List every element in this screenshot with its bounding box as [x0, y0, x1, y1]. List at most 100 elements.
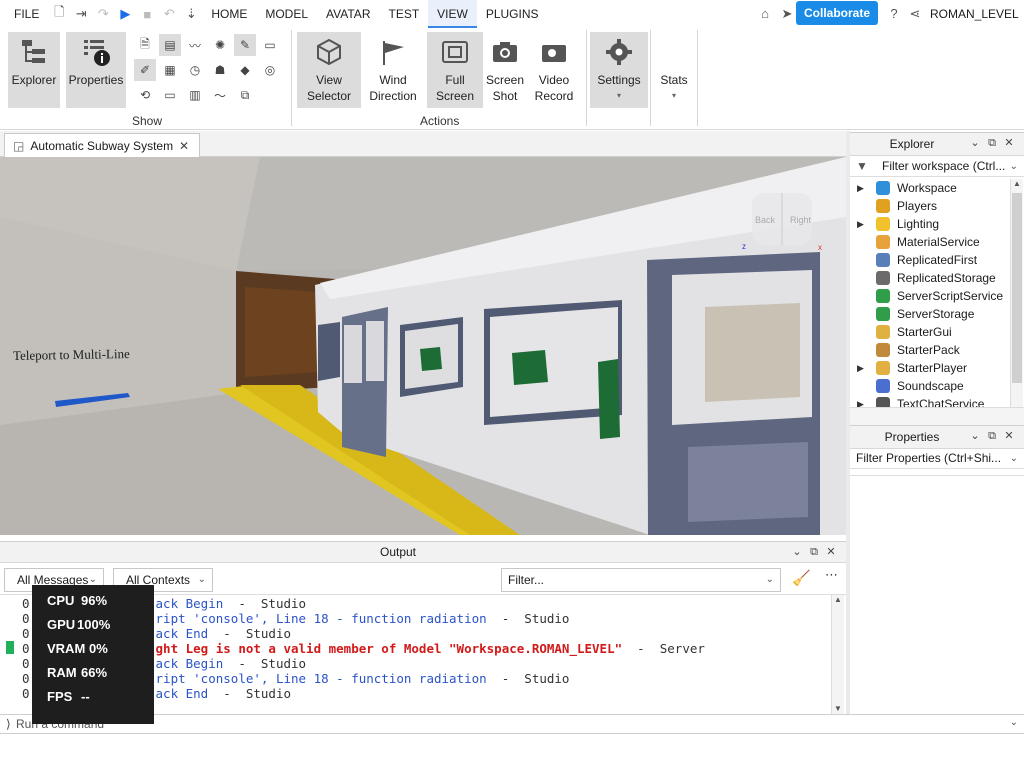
- perf-label: VRAM: [47, 641, 86, 656]
- chevron-down-icon[interactable]: ⌄: [968, 136, 982, 150]
- script-analysis-icon[interactable]: ◷: [184, 59, 206, 81]
- output-title: Output: [379, 545, 417, 559]
- scroll-up-icon[interactable]: ▲: [832, 595, 844, 604]
- scroll-thumb[interactable]: [1012, 193, 1022, 383]
- ribbon-separator: [697, 30, 698, 126]
- output-scrollbar[interactable]: ▲ ▼: [831, 595, 844, 715]
- properties-body: [850, 475, 1024, 714]
- chevron-down-icon[interactable]: ⌄: [790, 545, 804, 559]
- expand-arrow-icon[interactable]: ▶: [857, 359, 864, 377]
- more-options-icon[interactable]: ⋯: [825, 567, 838, 583]
- undock-icon[interactable]: ⧉: [985, 136, 999, 150]
- tag-editor-icon[interactable]: ✎: [234, 34, 256, 56]
- full-screen-button[interactable]: Full Screen: [427, 32, 483, 108]
- menu-test[interactable]: TEST: [379, 0, 428, 28]
- 3d-viewport[interactable]: x z Teleport to Multi-Line Back Right: [0, 157, 846, 535]
- redo-icon[interactable]: ↷: [92, 0, 114, 28]
- command-line-icon[interactable]: ▭: [159, 84, 181, 106]
- team-create-icon[interactable]: ☗: [209, 59, 231, 81]
- stats-chart-icon[interactable]: ▥: [184, 84, 206, 106]
- script-performance-icon[interactable]: 〰: [184, 34, 206, 56]
- terrain-editor-icon[interactable]: ✐: [134, 59, 156, 81]
- asset-manager-icon[interactable]: ✺: [209, 34, 231, 56]
- username-label[interactable]: ROMAN_LEVEL: [930, 0, 1019, 28]
- wind-direction-button[interactable]: Wind Direction: [365, 32, 421, 108]
- viewcube-back-label[interactable]: Back: [755, 215, 775, 225]
- play-icon[interactable]: ▶: [114, 0, 136, 28]
- undock-icon[interactable]: ⧉: [807, 545, 821, 559]
- tree-item-label: StarterPlayer: [897, 361, 968, 375]
- explorer-scrollbar[interactable]: ▲: [1010, 179, 1023, 407]
- undock-icon[interactable]: ⧉: [985, 429, 999, 443]
- find-results-icon[interactable]: ▦: [159, 59, 181, 81]
- output-header: Output ⌄ ⧉ ✕: [0, 541, 846, 563]
- ribbon: Explorer Properties 🗎 ▤ 〰 ✺ ✎ ▭ ✐ ▦ ◷ ☗ …: [0, 28, 1024, 130]
- log-timestamp: 0: [22, 671, 30, 686]
- screenshot-label: Screen: [485, 73, 525, 87]
- tags-icon[interactable]: ◆: [234, 59, 256, 81]
- screenshot-button[interactable]: Screen Shot: [483, 32, 527, 108]
- chevron-down-icon[interactable]: ⌄: [968, 429, 982, 443]
- menu-avatar[interactable]: AVATAR: [317, 0, 379, 28]
- clear-output-icon[interactable]: 🧹: [792, 569, 811, 587]
- view-selector-label-2: Selector: [306, 89, 352, 103]
- expand-arrow-icon[interactable]: ▶: [857, 179, 864, 197]
- tree-item-label: ServerStorage: [897, 307, 975, 321]
- close-icon[interactable]: ✕: [1002, 136, 1016, 150]
- quick-access-menu-icon[interactable]: ⇣: [180, 0, 202, 28]
- output-search-input[interactable]: Filter... ⌄: [501, 568, 781, 592]
- stop-icon[interactable]: ■: [136, 0, 158, 28]
- video-record-button[interactable]: Video Record: [530, 32, 578, 108]
- explorer-filter-input[interactable]: ▼ Filter workspace (Ctrl... ⌄: [850, 157, 1024, 177]
- close-icon[interactable]: ✕: [1002, 429, 1016, 443]
- collaborate-button[interactable]: Collaborate: [796, 1, 878, 25]
- clone-icon[interactable]: ⧉: [234, 84, 256, 106]
- stats-button[interactable]: Stats ▾: [654, 32, 694, 108]
- perf-value: 100%: [77, 617, 111, 632]
- chevron-down-icon: ⌄: [1009, 161, 1018, 172]
- menu-home[interactable]: HOME: [202, 0, 256, 28]
- share-icon[interactable]: ⋖: [906, 5, 924, 23]
- collapse-ribbon-icon[interactable]: ⌂: [756, 5, 774, 23]
- tab-automatic-subway-system[interactable]: ◲ Automatic Subway System ✕: [4, 133, 200, 157]
- log-message: ack Begin: [155, 596, 224, 611]
- menu-model[interactable]: MODEL: [256, 0, 317, 28]
- log-source: - Studio: [486, 611, 570, 626]
- perf-value: 66%: [81, 665, 108, 680]
- viewcube-right-label[interactable]: Right: [790, 215, 811, 225]
- new-file-icon[interactable]: 🗋: [48, 0, 70, 28]
- command-prompt-icon: ⟩: [6, 717, 11, 731]
- command-bar-icon[interactable]: ▭: [259, 34, 281, 56]
- expand-arrow-icon[interactable]: ▶: [857, 395, 864, 407]
- close-icon[interactable]: ✕: [824, 545, 838, 559]
- view-selector-button[interactable]: View Selector: [297, 32, 361, 108]
- scroll-up-icon[interactable]: ▲: [1011, 179, 1023, 188]
- output-window-icon[interactable]: ▤: [159, 34, 181, 56]
- log-message: ack End: [155, 686, 209, 701]
- explorer-button[interactable]: Explorer: [8, 32, 60, 108]
- explorer-hscrollbar[interactable]: [850, 407, 1024, 427]
- ribbon-separator: [650, 30, 651, 126]
- expand-arrow-icon[interactable]: ▶: [857, 215, 864, 233]
- help-icon[interactable]: ?: [885, 5, 903, 23]
- chevron-down-icon[interactable]: ⌄: [1010, 717, 1018, 728]
- performance-icon[interactable]: 〜: [209, 84, 231, 106]
- tree-item-label: MaterialService: [897, 235, 980, 249]
- menu-file[interactable]: FILE: [0, 0, 48, 28]
- properties-button[interactable]: Properties: [66, 32, 126, 108]
- menu-plugins[interactable]: PLUGINS: [477, 0, 548, 28]
- menu-view[interactable]: VIEW: [428, 0, 477, 28]
- undo-icon[interactable]: ↶: [158, 0, 180, 28]
- camera-icon: [483, 32, 527, 72]
- scroll-down-icon[interactable]: ▼: [834, 704, 842, 713]
- context-help-icon[interactable]: ⟲: [134, 84, 156, 106]
- object-browser-icon[interactable]: ◎: [259, 59, 281, 81]
- toolbox-icon[interactable]: 🗎: [134, 34, 156, 56]
- properties-filter-input[interactable]: Filter Properties (Ctrl+Shi... ⌄: [850, 449, 1024, 469]
- close-tab-icon[interactable]: ✕: [179, 139, 189, 153]
- tree-item-label: Players: [897, 199, 938, 213]
- publish-icon[interactable]: ⇥: [70, 0, 92, 28]
- log-message: ght Leg is not a valid member of Model "…: [155, 641, 623, 656]
- settings-button[interactable]: Settings ▾: [590, 32, 648, 108]
- error-marker: [6, 641, 14, 654]
